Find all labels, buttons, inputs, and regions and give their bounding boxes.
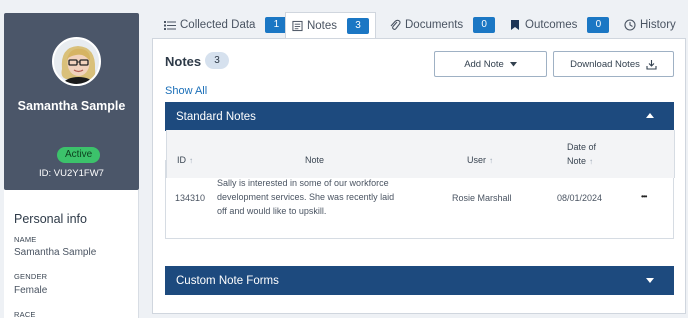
standard-notes-title: Standard Notes <box>176 110 256 123</box>
add-note-label: Add Note <box>464 58 504 70</box>
personal-info-title: Personal info <box>14 212 87 226</box>
col-id[interactable]: ID ↑ <box>177 155 193 165</box>
tab-history[interactable]: History <box>624 12 676 38</box>
sort-icon: ↑ <box>189 156 193 165</box>
download-notes-button[interactable]: Download Notes <box>553 51 674 77</box>
profile-card: Samantha Sample Active ID: VU2Y1FW7 <box>4 13 139 190</box>
expand-icon <box>646 278 654 283</box>
avatar <box>52 37 101 86</box>
tab-count: 0 <box>587 17 610 33</box>
tab-label: History <box>640 19 676 31</box>
personal-info-panel: Personal info NAME Samantha Sample GENDE… <box>4 190 139 318</box>
col-note: Note <box>305 155 325 165</box>
name-value: Samantha Sample <box>14 247 97 258</box>
tab-count: 0 <box>473 17 496 33</box>
tab-label: Outcomes <box>525 19 578 31</box>
download-icon <box>646 59 657 70</box>
standard-notes-header[interactable]: Standard Notes <box>165 102 674 131</box>
note-text-line2: development services. She was recently l… <box>217 192 395 202</box>
table-header: ID ↑ Note User ↑ Date of Note ↑ <box>166 130 675 178</box>
show-all-link[interactable]: Show All <box>165 85 207 97</box>
collapse-icon <box>646 113 654 118</box>
col-user[interactable]: User ↑ <box>467 155 493 165</box>
tab-label: Notes <box>306 20 337 32</box>
gender-value: Female <box>14 285 48 296</box>
note-user: Rosie Marshall <box>452 193 512 203</box>
flag-icon <box>511 20 519 30</box>
sort-icon: ↑ <box>589 157 594 166</box>
paperclip-icon <box>390 19 401 30</box>
clock-icon <box>624 19 636 31</box>
tab-count: 3 <box>347 18 369 34</box>
tab-label: Documents <box>405 19 464 31</box>
custom-note-forms-header[interactable]: Custom Note Forms <box>165 266 674 295</box>
notes-icon <box>292 20 303 32</box>
notes-count-badge: 3 <box>205 52 229 69</box>
col-date-line1: Date of <box>567 142 597 152</box>
add-note-button[interactable]: Add Note <box>434 51 547 77</box>
row-actions-button[interactable]: ••• <box>641 190 647 204</box>
list-icon <box>164 21 176 30</box>
tab-label: Collected Data <box>180 19 256 31</box>
download-notes-label: Download Notes <box>570 58 640 70</box>
tab-notes[interactable]: Notes 3 <box>285 12 376 39</box>
tab-collected-data[interactable]: Collected Data 1 <box>164 12 288 38</box>
race-label: RACE <box>14 310 36 318</box>
notes-title: Notes <box>165 54 202 69</box>
status-badge: Active <box>57 147 101 163</box>
notes-panel: Notes 3 Show All Add Note Download Notes… <box>152 38 686 314</box>
sort-icon: ↑ <box>489 156 494 165</box>
note-id: 134310 <box>175 193 206 203</box>
gender-label: GENDER <box>14 272 48 281</box>
tab-outcomes[interactable]: Outcomes 0 <box>509 12 610 38</box>
note-date: 08/01/2024 <box>557 193 603 203</box>
caret-down-icon <box>509 61 517 66</box>
profile-name: Samantha Sample <box>17 99 126 113</box>
name-label: NAME <box>14 235 37 244</box>
profile-id: ID: VU2Y1FW7 <box>39 168 104 179</box>
tab-documents[interactable]: Documents 0 <box>389 12 496 38</box>
col-date-line2[interactable]: Note ↑ <box>567 156 593 166</box>
note-text-line3: off and would like to upskill. <box>217 206 327 216</box>
custom-note-forms-title: Custom Note Forms <box>176 274 279 287</box>
client-record-frame: Samantha Sample Active ID: VU2Y1FW7 Pers… <box>0 0 688 318</box>
note-text-line1: Sally is interested in some of our workf… <box>217 178 389 188</box>
standard-notes-table: ID ↑ Note User ↑ Date of Note ↑ 134310 Sall… <box>165 130 675 239</box>
